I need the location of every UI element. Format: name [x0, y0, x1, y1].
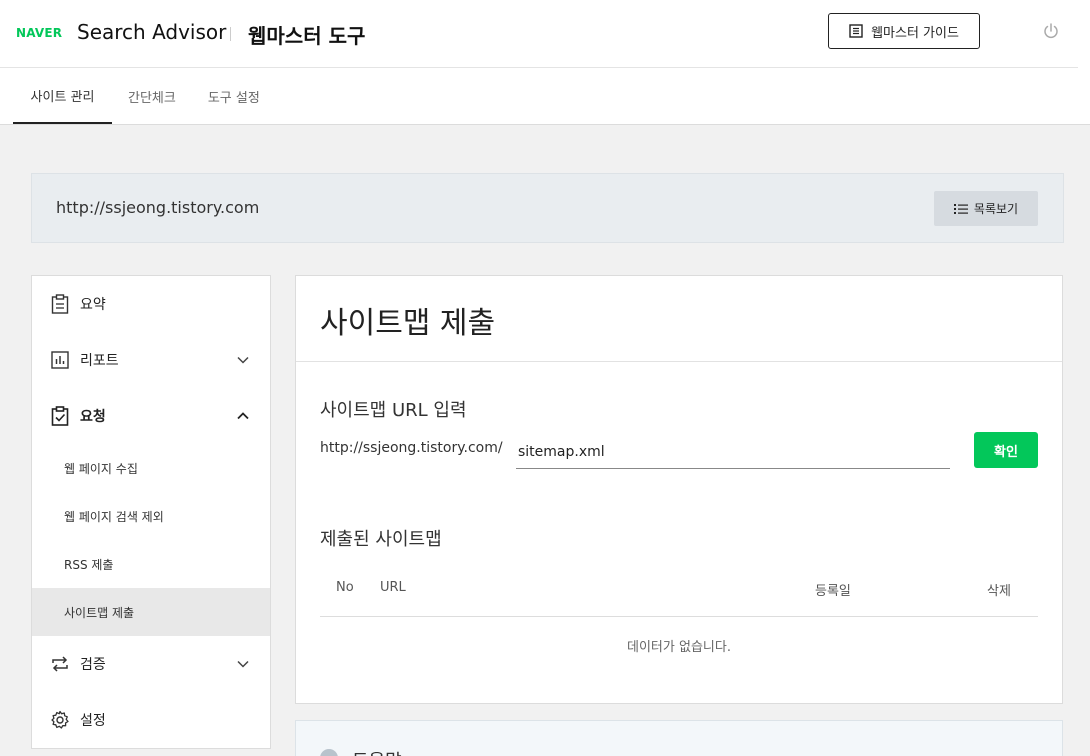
sidebar-item-label: 리포트: [80, 353, 119, 369]
help-panel: 도움말: [295, 720, 1063, 756]
site-url: http://ssjeong.tistory.com: [56, 198, 260, 217]
title-divider: [296, 361, 1062, 362]
site-bar: http://ssjeong.tistory.com 목록보기: [31, 173, 1064, 243]
url-prefix: http://ssjeong.tistory.com/: [320, 440, 503, 456]
table-empty-message: 데이터가 없습니다.: [627, 640, 731, 655]
help-icon: [320, 749, 338, 756]
main-tabs: 사이트 관리 간단체크 도구 설정: [13, 68, 276, 124]
list-view-label: 목록보기: [973, 202, 1019, 216]
tab-tool-settings[interactable]: 도구 설정: [192, 68, 276, 124]
sitemap-url-section-title: 사이트맵 URL 입력: [320, 400, 467, 421]
clipboard-icon: [50, 294, 70, 314]
sidebar-subitem-rss-submit[interactable]: RSS 제출: [32, 540, 270, 588]
sidebar-item-label: 요약: [80, 297, 106, 313]
clipboard-check-icon: [50, 406, 70, 426]
chevron-down-icon: [237, 660, 249, 668]
sidebar-item-label: 검증: [80, 657, 106, 673]
help-title[interactable]: 도움말: [352, 747, 402, 756]
repeat-icon: [50, 654, 70, 674]
list-view-button[interactable]: 목록보기: [934, 191, 1038, 226]
sitemap-url-input[interactable]: [516, 436, 950, 469]
tab-quick-check[interactable]: 간단체크: [112, 68, 192, 124]
sidebar-item-settings[interactable]: 설정: [32, 692, 270, 748]
power-icon[interactable]: [1042, 22, 1060, 40]
sidebar-subitem-webpage-exclude[interactable]: 웹 페이지 검색 제외: [32, 492, 270, 540]
header: NAVER Search Advisor 웹마스터 도구 웹마스터 가이드 사이…: [0, 0, 1090, 125]
sidebar: 요약 리포트 요청 웹 페이지 수집 웹 페이지 검색 제외 RSS 제출 사이…: [31, 275, 271, 749]
table-header-no: No: [336, 580, 354, 595]
sitemap-panel: 사이트맵 제출 사이트맵 URL 입력 http://ssjeong.tisto…: [295, 275, 1063, 704]
chart-icon: [50, 350, 70, 370]
brand-title[interactable]: Search Advisor: [77, 20, 226, 44]
naver-logo[interactable]: NAVER: [16, 26, 62, 40]
page-title: 사이트맵 제출: [320, 306, 496, 341]
list-icon: [953, 203, 968, 214]
table-divider: [320, 616, 1038, 617]
sidebar-item-request[interactable]: 요청: [32, 388, 270, 444]
brand-subtitle[interactable]: 웹마스터 도구: [248, 20, 365, 49]
sidebar-item-summary[interactable]: 요약: [32, 276, 270, 332]
top-bar: NAVER Search Advisor 웹마스터 도구 웹마스터 가이드: [0, 0, 1078, 68]
sidebar-subitem-sitemap-submit[interactable]: 사이트맵 제출: [32, 588, 270, 636]
sidebar-item-label: 설정: [80, 713, 106, 729]
sidebar-subitem-webpage-collect[interactable]: 웹 페이지 수집: [32, 444, 270, 492]
brand-divider: [230, 27, 231, 41]
webmaster-guide-button[interactable]: 웹마스터 가이드: [828, 13, 980, 49]
tab-site-management[interactable]: 사이트 관리: [13, 68, 112, 124]
sidebar-item-label: 요청: [80, 409, 106, 425]
chevron-down-icon: [237, 356, 249, 364]
submitted-sitemaps-title: 제출된 사이트맵: [320, 529, 442, 550]
table-header-delete: 삭제: [987, 584, 1011, 599]
confirm-button[interactable]: 확인: [974, 432, 1038, 468]
table-header-url: URL: [380, 580, 406, 595]
sidebar-item-report[interactable]: 리포트: [32, 332, 270, 388]
sidebar-item-verify[interactable]: 검증: [32, 636, 270, 692]
guide-button-label: 웹마스터 가이드: [871, 25, 959, 41]
gear-icon: [50, 710, 70, 730]
document-list-icon: [849, 24, 863, 38]
chevron-up-icon: [237, 412, 249, 420]
table-header-date: 등록일: [815, 584, 851, 599]
